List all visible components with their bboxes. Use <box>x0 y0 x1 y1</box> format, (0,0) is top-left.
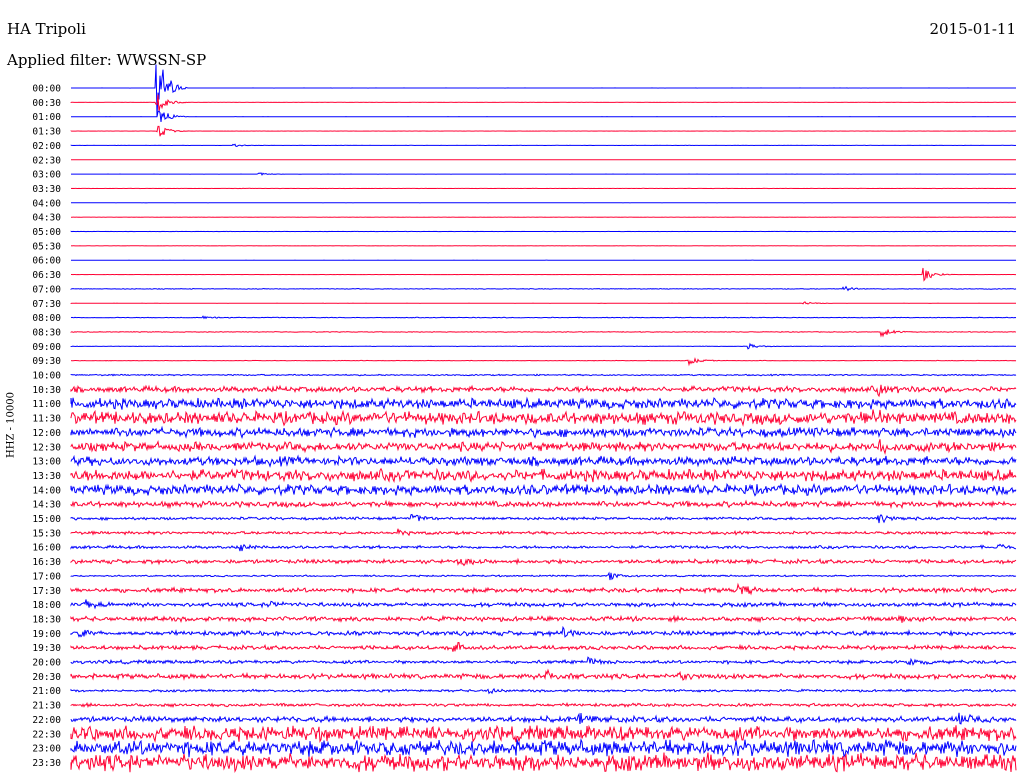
time-label: 12:30 <box>32 442 61 453</box>
time-label: 15:30 <box>32 528 61 539</box>
time-label: 07:00 <box>32 284 61 295</box>
trace-line <box>70 315 1017 320</box>
time-label: 21:30 <box>32 701 61 712</box>
time-label: 13:00 <box>32 457 61 468</box>
time-label: 02:00 <box>32 141 61 152</box>
trace-line <box>70 528 1017 537</box>
time-label: 15:00 <box>32 514 61 525</box>
trace-line <box>70 641 1017 652</box>
time-label: 23:00 <box>32 744 61 755</box>
trace-line <box>70 409 1017 427</box>
time-label: 10:00 <box>32 371 61 382</box>
time-label: 10:30 <box>32 385 61 396</box>
time-label: 03:30 <box>32 184 61 195</box>
time-label: 12:00 <box>32 428 61 439</box>
time-label: 23:30 <box>32 758 61 769</box>
trace-line <box>70 752 1017 773</box>
time-label: 16:00 <box>32 543 61 554</box>
time-label: 22:00 <box>32 715 61 726</box>
trace-line <box>70 329 1017 338</box>
trace-line <box>71 172 1016 176</box>
time-label: 18:00 <box>32 600 61 611</box>
time-label: 04:00 <box>32 198 61 209</box>
seismogram: 00:00 00:30 01:00 01:30 02:00 02:30 03:00 03:30… <box>32 64 1017 773</box>
trace-line <box>70 285 1017 292</box>
time-label: 19:00 <box>32 629 61 640</box>
trace-line <box>70 625 1017 638</box>
time-label: 22:30 <box>32 729 61 740</box>
trace-line <box>70 571 1017 581</box>
trace-line <box>70 599 1017 610</box>
trace-line <box>70 543 1017 552</box>
trace-line <box>70 582 1017 596</box>
trace-line <box>70 557 1017 567</box>
time-label: 20:30 <box>32 672 61 683</box>
time-label: 01:00 <box>32 112 61 123</box>
trace-line <box>70 396 1017 411</box>
trace-line <box>70 656 1017 666</box>
time-label: 13:30 <box>32 471 61 482</box>
time-label: 14:30 <box>32 500 61 511</box>
trace-line <box>70 668 1017 681</box>
trace-line <box>70 737 1017 758</box>
trace-line <box>70 482 1017 497</box>
trace-line <box>70 373 1017 377</box>
trace-line <box>70 439 1017 456</box>
time-label: 06:00 <box>32 256 61 267</box>
trace-line <box>70 125 1016 137</box>
time-label: 18:30 <box>32 614 61 625</box>
time-label: 04:30 <box>32 213 61 224</box>
time-label: 00:00 <box>32 84 61 95</box>
time-label: 02:30 <box>32 155 61 166</box>
time-label: 06:30 <box>32 270 61 281</box>
trace-line <box>70 467 1017 483</box>
time-label: 03:00 <box>32 170 61 181</box>
trace-line <box>71 64 1016 117</box>
time-label: 21:00 <box>32 686 61 697</box>
time-label: 11:30 <box>32 414 61 425</box>
time-label: 07:30 <box>32 299 61 310</box>
time-label: 11:00 <box>32 399 61 410</box>
trace-line <box>70 499 1017 510</box>
trace-line <box>71 267 1016 282</box>
time-label: 08:30 <box>32 327 61 338</box>
time-label: 01:30 <box>32 127 61 138</box>
trace-line <box>70 143 1017 147</box>
time-label: 05:30 <box>32 241 61 252</box>
time-label: 05:00 <box>32 227 61 238</box>
trace-line <box>70 513 1017 524</box>
time-label: 17:00 <box>32 571 61 582</box>
trace-line <box>70 342 1017 350</box>
trace-line <box>70 301 1016 305</box>
time-label: 08:00 <box>32 313 61 324</box>
trace-line <box>70 687 1017 695</box>
trace-line <box>70 94 1017 112</box>
time-label: 09:00 <box>32 342 61 353</box>
trace-line <box>70 357 1017 367</box>
trace-line <box>71 110 1016 122</box>
time-label: 14:00 <box>32 485 61 496</box>
time-label: 16:30 <box>32 557 61 568</box>
trace-line <box>70 724 1017 744</box>
trace-line <box>70 425 1017 439</box>
time-label: 19:30 <box>32 643 61 654</box>
time-label: 00:30 <box>32 98 61 109</box>
time-label: 09:30 <box>32 356 61 367</box>
time-label: 20:00 <box>32 658 61 669</box>
trace-line <box>70 384 1017 398</box>
trace-line <box>70 614 1017 624</box>
trace-line <box>70 454 1017 468</box>
trace-line <box>70 712 1017 725</box>
trace-line <box>70 702 1017 709</box>
time-label: 17:30 <box>32 586 61 597</box>
